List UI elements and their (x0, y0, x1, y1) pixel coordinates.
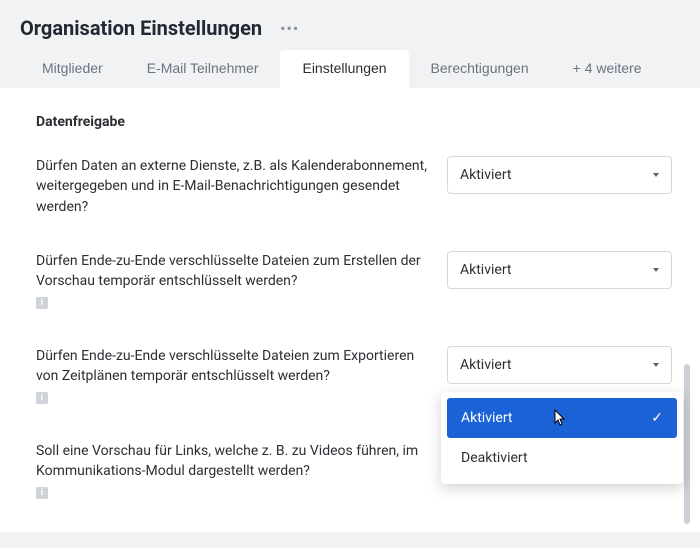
setting-label-text: Soll eine Vorschau für Links, welche z. … (36, 443, 418, 479)
dropdown-option-deaktiviert[interactable]: Deaktiviert (447, 438, 677, 478)
tab-mitglieder[interactable]: Mitglieder (20, 50, 125, 88)
select-value: Aktiviert (460, 357, 512, 373)
setting-select-external-data[interactable]: Aktiviert (447, 156, 672, 194)
setting-label: Soll eine Vorschau für Links, welche z. … (36, 441, 427, 502)
chevron-down-icon (653, 173, 659, 177)
setting-row: Dürfen Ende-zu-Ende verschlüsselte Datei… (36, 251, 672, 312)
setting-label: Dürfen Daten an externe Dienste, z.B. al… (36, 156, 427, 217)
chevron-down-icon (653, 363, 659, 367)
setting-label-text: Dürfen Ende-zu-Ende verschlüsselte Datei… (36, 348, 414, 384)
select-value: Aktiviert (460, 167, 512, 183)
page-title: Organisation Einstellungen (20, 16, 262, 40)
more-options-icon[interactable]: ••• (280, 19, 299, 38)
select-value: Aktiviert (460, 262, 512, 278)
setting-label: Dürfen Ende-zu-Ende verschlüsselte Datei… (36, 346, 427, 407)
section-title: Datenfreigabe (36, 114, 672, 130)
chevron-down-icon (653, 268, 659, 272)
setting-label-text: Dürfen Daten an externe Dienste, z.B. al… (36, 158, 427, 215)
setting-select-preview-decrypt[interactable]: Aktiviert (447, 251, 672, 289)
tab-bar: Mitglieder E-Mail Teilnehmer Einstellung… (0, 50, 700, 88)
info-icon[interactable]: i (36, 297, 48, 309)
dropdown-option-label: Aktiviert (461, 410, 513, 426)
dropdown-menu: Aktiviert ✓ Deaktiviert (441, 392, 683, 484)
content-area: Datenfreigabe Dürfen Daten an externe Di… (0, 88, 700, 532)
setting-label: Dürfen Ende-zu-Ende verschlüsselte Datei… (36, 251, 427, 312)
tab-einstellungen[interactable]: Einstellungen (280, 50, 408, 88)
dropdown-option-aktiviert[interactable]: Aktiviert ✓ (447, 398, 677, 438)
setting-select-export-decrypt[interactable]: Aktiviert (447, 346, 672, 384)
tab-more-overflow[interactable]: + 4 weitere (551, 50, 664, 88)
setting-label-text: Dürfen Ende-zu-Ende verschlüsselte Datei… (36, 253, 421, 289)
cursor-icon (549, 408, 567, 428)
info-icon[interactable]: i (36, 487, 48, 499)
dropdown-option-label: Deaktiviert (461, 450, 528, 466)
page-header: Organisation Einstellungen ••• (0, 0, 700, 50)
tab-email-teilnehmer[interactable]: E-Mail Teilnehmer (125, 50, 281, 88)
tab-berechtigungen[interactable]: Berechtigungen (409, 50, 551, 88)
scrollbar[interactable] (684, 114, 690, 532)
setting-row: Dürfen Daten an externe Dienste, z.B. al… (36, 156, 672, 217)
info-icon[interactable]: i (36, 392, 48, 404)
check-icon: ✓ (651, 410, 663, 426)
scrollbar-thumb[interactable] (684, 364, 690, 524)
